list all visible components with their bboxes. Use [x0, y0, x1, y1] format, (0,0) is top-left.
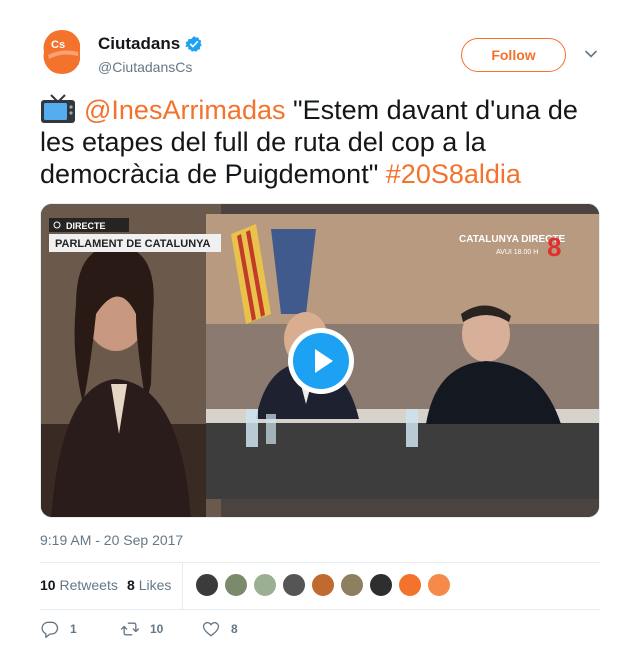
retweets-label: Retweets: [59, 577, 118, 593]
video-player[interactable]: DIRECTE PARLAMENT DE CATALUNYA CATALUNYA…: [40, 203, 600, 518]
liker-avatars: [195, 573, 456, 599]
tweet-text: @InesArrimadas "Estem davant d'una de le…: [40, 94, 605, 190]
liker-avatar[interactable]: [369, 573, 393, 597]
reply-action[interactable]: 1: [40, 619, 77, 639]
lower-third-title: PARLAMENT DE CATALUNYA: [55, 238, 210, 250]
liker-avatar[interactable]: [224, 573, 248, 597]
ciutadans-logo: Cs Ciutadans: [40, 30, 84, 74]
like-count: 8: [231, 622, 238, 636]
svg-text:Cs: Cs: [51, 39, 65, 51]
channel-number: 8: [547, 232, 561, 262]
liker-avatar[interactable]: [427, 573, 451, 597]
likes-label: Likes: [138, 577, 172, 593]
retweet-icon: [121, 622, 139, 636]
channel-sub: AVUI 18.00 H: [496, 249, 538, 256]
tweet-timestamp[interactable]: 9:19 AM - 20 Sep 2017: [40, 532, 183, 548]
handle[interactable]: @CiutadansCs: [98, 59, 192, 75]
retweets-stat[interactable]: 10 Retweets: [40, 577, 118, 593]
tweet-actions: 1 10 8: [40, 619, 600, 643]
liker-avatar[interactable]: [253, 573, 277, 597]
reply-icon: [41, 621, 59, 638]
tweet-header: Cs Ciutadans Ciutadans @CiutadansCs Foll…: [40, 30, 600, 80]
divider: [40, 609, 600, 610]
retweet-action[interactable]: 10: [120, 619, 163, 639]
liker-avatar[interactable]: [195, 573, 219, 597]
live-label: DIRECTE: [66, 221, 106, 231]
chevron-down-icon[interactable]: [584, 47, 598, 61]
retweets-count: 10: [40, 577, 56, 593]
verified-badge-icon: [185, 36, 202, 52]
tweet-stats: 10 Retweets 8 Likes: [40, 563, 600, 609]
follow-button[interactable]: Follow: [461, 38, 566, 72]
stats-separator: [182, 563, 183, 609]
play-icon: [293, 333, 349, 389]
mention-link[interactable]: @InesArrimadas: [84, 95, 285, 125]
retweet-count: 10: [150, 622, 164, 636]
name-row: Ciutadans: [98, 34, 203, 54]
avatar[interactable]: Cs Ciutadans: [40, 30, 84, 74]
liker-avatar[interactable]: [282, 573, 306, 597]
heart-icon: [202, 621, 220, 637]
likes-stat[interactable]: 8 Likes: [127, 577, 171, 593]
likes-count: 8: [127, 577, 135, 593]
liker-avatar[interactable]: [398, 573, 422, 597]
display-name[interactable]: Ciutadans: [98, 34, 180, 54]
play-button[interactable]: [288, 328, 354, 394]
liker-avatar[interactable]: [311, 573, 335, 597]
liker-avatar[interactable]: [340, 573, 364, 597]
hashtag-link[interactable]: #20S8aldia: [386, 159, 521, 189]
like-action[interactable]: 8: [201, 619, 238, 639]
tv-icon: [41, 94, 75, 123]
svg-text:Ciutadans: Ciutadans: [50, 61, 80, 67]
reply-count: 1: [70, 622, 77, 636]
